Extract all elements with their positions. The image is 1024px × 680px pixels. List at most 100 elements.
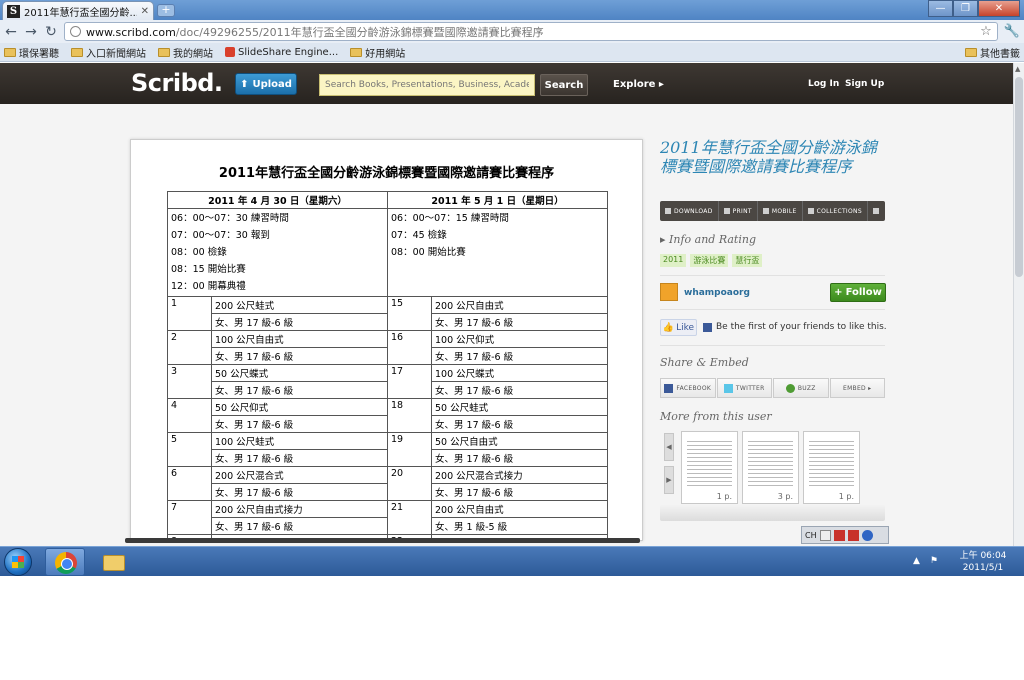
event-number: 17 bbox=[387, 364, 432, 399]
table-row: 2 100 公尺自由式 16 100 公尺仰式 bbox=[167, 330, 608, 365]
event-group: 女、男 17 級-6 級 bbox=[211, 347, 388, 365]
scroll-up-icon[interactable]: ▲ bbox=[1015, 65, 1020, 73]
share-bar: FACEBOOK TWITTER BUZZ EMBED ▸ bbox=[660, 378, 885, 398]
tag[interactable]: 2011 bbox=[660, 254, 687, 267]
ime-mode-icon[interactable] bbox=[847, 529, 859, 541]
address-bar[interactable]: www.scribd.com/doc/49296255/2011年慧行盃全國分齡… bbox=[64, 22, 998, 41]
url-domain: www.scribd.com bbox=[86, 25, 176, 39]
info-rating-toggle[interactable]: ▸ Info and Rating bbox=[660, 233, 756, 246]
username-link[interactable]: whampoaorg bbox=[684, 288, 750, 298]
chrome-icon bbox=[55, 552, 77, 574]
print-button[interactable]: PRINT bbox=[719, 201, 758, 221]
share-buzz-button[interactable]: BUZZ bbox=[773, 378, 829, 398]
folder-icon bbox=[4, 47, 16, 57]
other-bookmarks[interactable]: 其他書籤 bbox=[965, 45, 1020, 60]
scrollbar-thumb[interactable] bbox=[1015, 77, 1023, 277]
new-tab-button[interactable]: + bbox=[157, 4, 175, 17]
thumbnail-page-count: 1 p. bbox=[714, 492, 734, 501]
facebook-icon bbox=[664, 383, 674, 393]
login-link[interactable]: Log In bbox=[808, 79, 839, 89]
event-name: 200 公尺自由式接力 bbox=[211, 500, 388, 518]
event-name: 100 公尺仰式 bbox=[431, 330, 608, 348]
page-scrollbar[interactable]: ▲ bbox=[1013, 63, 1024, 546]
mobile-icon bbox=[762, 208, 769, 214]
table-row: 6 200 公尺混合式 20 200 公尺混合式接力 bbox=[167, 466, 608, 501]
event-name: 50 公尺蝶式 bbox=[211, 364, 388, 382]
flag-icon[interactable]: ⚑ bbox=[930, 556, 938, 566]
ime-language-bar[interactable]: CH bbox=[801, 526, 889, 544]
follow-button[interactable]: + Follow bbox=[830, 283, 886, 302]
user-avatar[interactable] bbox=[660, 283, 678, 301]
search-button[interactable]: Search bbox=[540, 74, 588, 96]
browser-tab[interactable]: S 2011年慧行盃全國分齡... ✕ bbox=[2, 1, 154, 20]
maximize-icon[interactable]: ❐ bbox=[953, 0, 978, 17]
folder-icon bbox=[71, 47, 83, 57]
flag-button[interactable] bbox=[868, 201, 884, 221]
twitter-icon bbox=[723, 383, 733, 393]
carousel-prev-icon[interactable]: ◀ bbox=[664, 433, 674, 461]
event-name: 50 公尺蛙式 bbox=[431, 398, 608, 416]
mobile-button[interactable]: MOBILE bbox=[758, 201, 803, 221]
event-number: 7 bbox=[167, 500, 212, 535]
close-window-icon[interactable]: ✕ bbox=[978, 0, 1020, 17]
document-thumbnail[interactable]: 1 p. bbox=[803, 431, 860, 504]
reload-icon[interactable]: ↻ bbox=[44, 24, 58, 40]
document-thumbnail[interactable]: 3 p. bbox=[742, 431, 799, 504]
help-icon[interactable] bbox=[861, 529, 873, 541]
share-facebook-button[interactable]: FACEBOOK bbox=[660, 378, 716, 398]
event-name: 100 公尺蝶式 bbox=[431, 364, 608, 382]
bookmark-folder[interactable]: 好用網站 bbox=[350, 45, 405, 60]
document-scrollbar[interactable] bbox=[125, 538, 640, 543]
taskbar-explorer[interactable] bbox=[93, 548, 133, 576]
minimize-icon[interactable]: — bbox=[928, 0, 953, 17]
share-twitter-button[interactable]: TWITTER bbox=[716, 378, 772, 398]
ime-doc-icon[interactable] bbox=[819, 529, 831, 541]
thumbnail-preview bbox=[748, 438, 793, 488]
scribd-logo[interactable]: Scribd. bbox=[131, 69, 223, 97]
start-button-icon[interactable] bbox=[4, 548, 32, 576]
upload-button[interactable]: ⬆ Upload bbox=[235, 73, 297, 95]
tab-close-icon[interactable]: ✕ bbox=[141, 6, 149, 17]
day2-schedule: 06：00～07：15 練習時間 07：45 檢錄 08：00 開始比賽 bbox=[387, 208, 608, 297]
wrench-menu-icon[interactable]: 🔧 bbox=[1004, 24, 1020, 39]
page-info-icon[interactable] bbox=[70, 26, 81, 37]
tray-expand-icon[interactable]: ▲ bbox=[913, 556, 920, 566]
browser-toolbar: ← → ↻ www.scribd.com/doc/49296255/2011年慧… bbox=[0, 20, 1024, 43]
bookmark-folder[interactable]: 入口新聞網站 bbox=[71, 45, 146, 60]
bookmarks-bar: 環保署聽 入口新聞網站 我的網站 SlideShare Engine... 好用… bbox=[0, 43, 1024, 62]
folder-icon bbox=[965, 47, 977, 57]
facebook-like-button[interactable]: 👍 Like bbox=[660, 319, 697, 336]
folder-icon bbox=[158, 47, 170, 57]
signup-link[interactable]: Sign Up bbox=[845, 79, 884, 89]
event-name: 50 公尺自由式 bbox=[431, 432, 608, 450]
taskbar-chrome[interactable] bbox=[45, 548, 85, 576]
event-name: 50 公尺仰式 bbox=[211, 398, 388, 416]
ime-language[interactable]: CH bbox=[805, 531, 817, 540]
browser-tab-bar: S 2011年慧行盃全國分齡... ✕ + — ❐ ✕ bbox=[0, 0, 1024, 20]
bookmark-folder[interactable]: 環保署聽 bbox=[4, 45, 59, 60]
ime-input-icon[interactable] bbox=[833, 529, 845, 541]
collections-button[interactable]: COLLECTIONS bbox=[803, 201, 868, 221]
table-row: 4 50 公尺仰式 18 50 公尺蛙式 bbox=[167, 398, 608, 433]
tag[interactable]: 游泳比賽 bbox=[690, 254, 729, 267]
clock[interactable]: 上午 06:04 2011/5/1 bbox=[955, 550, 1011, 574]
tag[interactable]: 慧行盃 bbox=[732, 254, 763, 267]
embed-button[interactable]: EMBED ▸ bbox=[829, 378, 885, 398]
search-input[interactable] bbox=[319, 74, 535, 96]
divider bbox=[660, 309, 885, 310]
bookmark-slideshare[interactable]: SlideShare Engine... bbox=[225, 47, 338, 58]
thumbnail-page-count: 1 p. bbox=[836, 492, 856, 501]
back-icon[interactable]: ← bbox=[4, 24, 18, 40]
flag-icon bbox=[872, 208, 879, 214]
document-thumbnail[interactable]: 1 p. bbox=[681, 431, 738, 504]
event-group: 女、男 17 級-6 級 bbox=[431, 347, 608, 365]
bookmark-star-icon[interactable]: ☆ bbox=[980, 24, 992, 39]
bookmark-folder[interactable]: 我的網站 bbox=[158, 45, 213, 60]
forward-icon[interactable]: → bbox=[24, 24, 38, 40]
event-number: 2 bbox=[167, 330, 212, 365]
document-viewer[interactable]: 2011年慧行盃全國分齡游泳錦標賽暨國際邀請賽比賽程序 2011 年 4 月 3… bbox=[130, 139, 643, 541]
window-controls: — ❐ ✕ bbox=[928, 0, 1020, 17]
download-button[interactable]: DOWNLOAD bbox=[660, 201, 719, 221]
explore-menu[interactable]: Explore ▸ bbox=[613, 79, 664, 90]
carousel-next-icon[interactable]: ▶ bbox=[664, 466, 674, 494]
